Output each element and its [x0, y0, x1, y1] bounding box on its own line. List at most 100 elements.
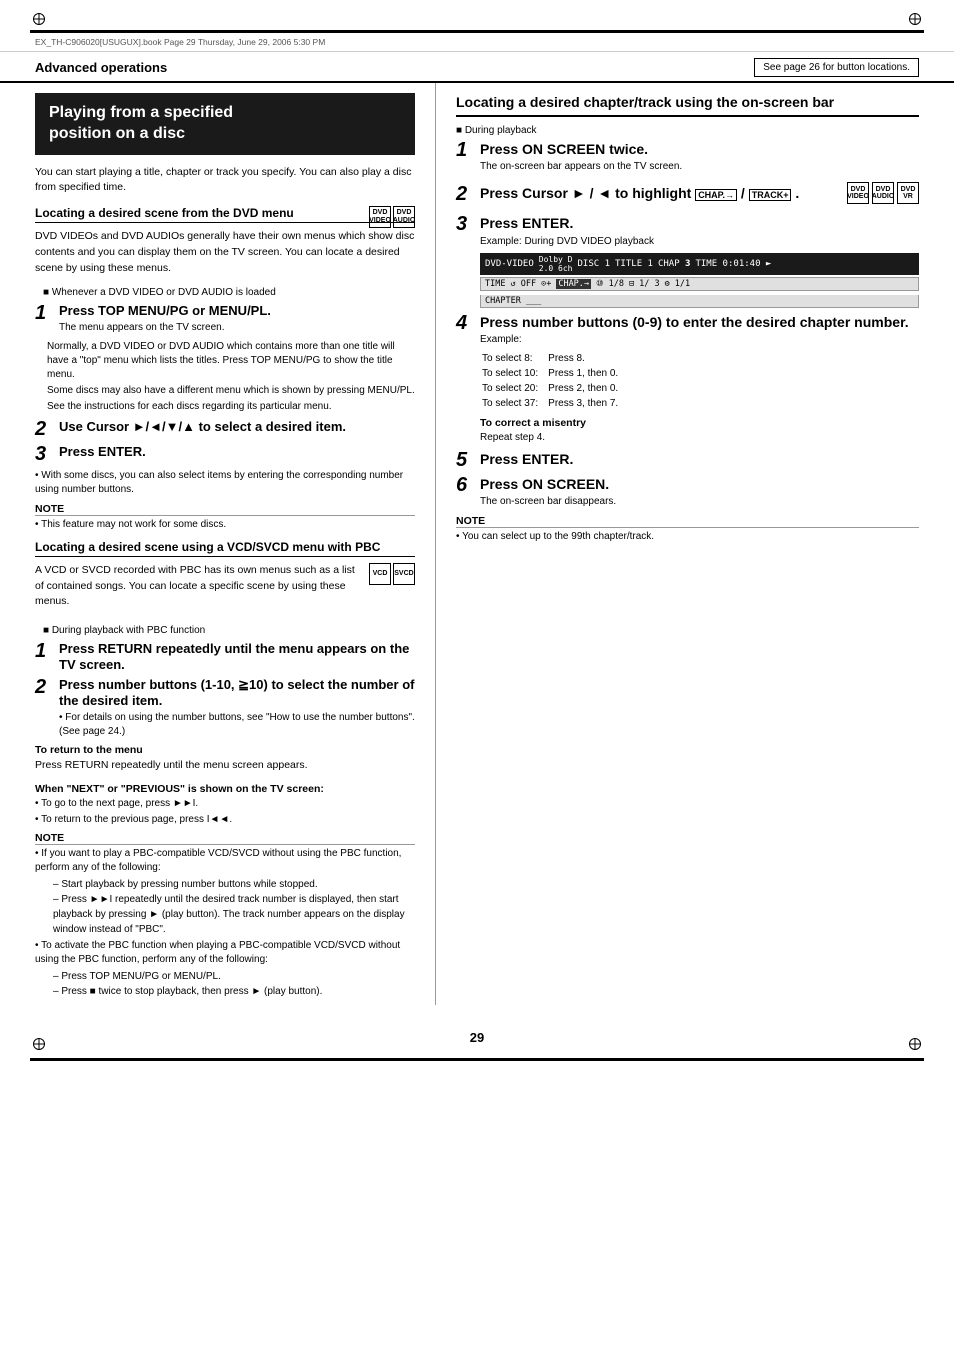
right-column: Locating a desired chapter/track using t… [435, 83, 919, 1005]
playback-label: During playback [456, 125, 919, 136]
left-column: Playing from a specified position on a d… [35, 83, 415, 1005]
vcd-note-dashes1: Start playback by pressing number button… [53, 877, 415, 937]
example-label-1: To select 10: [482, 367, 546, 380]
right-step6-title: Press ON SCREEN. [480, 475, 919, 493]
vcd-dash4: Press ■ twice to stop playback, then pre… [53, 984, 415, 999]
right-step2-badges: DVDVIDEO DVDAUDIO DVDVR [847, 182, 919, 204]
dvd-note-text: This feature may not work for some discs… [35, 518, 415, 532]
right-note-text: You can select up to the 99th chapter/tr… [456, 530, 919, 544]
file-info: EX_TH-C906020[USUGUX].book Page 29 Thurs… [0, 33, 954, 52]
intro-text: You can start playing a title, chapter o… [35, 165, 415, 197]
badge-dvd-audio2: DVDAUDIO [872, 182, 894, 204]
example-value-2: Press 2, then 0. [548, 382, 626, 395]
vcd-step1-content: Press RETURN repeatedly until the menu a… [59, 641, 415, 672]
content-area: Playing from a specified position on a d… [0, 83, 954, 1005]
dvd-bar-time: TIME [485, 279, 505, 289]
right-step3-num: 3 [456, 214, 474, 234]
right-step1-desc: The on-screen bar appears on the TV scre… [480, 160, 919, 174]
dvd-screen-bottom: TIME ↺ OFF ⊙+ CHAP.→ ⑩ 1/8 ⊟ 1/ 3 ⚙ 1/1 [480, 277, 919, 291]
main-header: Advanced operations See page 26 for butt… [0, 52, 954, 83]
right-step3: 3 Press ENTER. Example: During DVD VIDEO… [456, 214, 919, 307]
vcd-step2-num: 2 [35, 677, 53, 697]
section2-heading: Locating a desired scene using a VCD/SVC… [35, 540, 415, 557]
vcd-step2-content: Press number buttons (1-10, ≧10) to sele… [59, 677, 415, 738]
right-step6-content: Press ON SCREEN. The on-screen bar disap… [480, 475, 919, 509]
dvd-note-box: NOTE This feature may not work for some … [35, 503, 415, 532]
vcd-note-label: NOTE [35, 832, 415, 845]
section2-bullet1: During playback with PBC function [43, 624, 415, 638]
vcd-step2: 2 Press number buttons (1-10, ≧10) to se… [35, 677, 415, 738]
right-step1-title: Press ON SCREEN twice. [480, 140, 919, 158]
dvd-bar-18: 1/8 [609, 279, 624, 289]
dvd-bar-10: ⑩ [596, 279, 604, 289]
right-step2: 2 Press Cursor ► / ◄ to highlight CHAP.→… [456, 184, 841, 204]
right-step3-title: Press ENTER. [480, 214, 919, 232]
badge-dvd-video2: DVDVIDEO [847, 182, 869, 204]
vcd-note-1: If you want to play a PBC-compatible VCD… [35, 847, 415, 875]
correct-text: Repeat step 4. [480, 431, 919, 445]
bottom-right-corner [906, 1035, 924, 1053]
dvd-screen-chap: CHAP 3 [658, 259, 691, 269]
dvd-step2-num: 2 [35, 419, 53, 439]
right-step4-example-label: Example: [480, 333, 919, 347]
to-return-text: Press RETURN repeatedly until the menu s… [35, 758, 415, 774]
right-step3-desc: Example: During DVD VIDEO playback [480, 235, 919, 249]
dvd-step1-num: 1 [35, 303, 53, 323]
dvd-bar-dot: ⊙+ [541, 279, 551, 289]
right-step6-num: 6 [456, 475, 474, 495]
dvd-screen-top-text: DVD-VIDEO [485, 259, 534, 269]
right-step2-num: 2 [456, 184, 474, 204]
example-label-0: To select 8: [482, 352, 546, 365]
vcd-dash2: Press ►►I repeatedly until the desired t… [53, 892, 415, 937]
correct-label: To correct a misentry [480, 417, 919, 429]
dvd-screen-dolby: Dolby D2.0 6ch [539, 255, 573, 273]
bottom-left-corner [30, 1035, 48, 1053]
to-return-label: To return to the menu [35, 744, 415, 756]
vcd-step1-title: Press RETURN repeatedly until the menu a… [59, 641, 415, 672]
right-step3-content: Press ENTER. Example: During DVD VIDEO p… [480, 214, 919, 307]
section1-body: DVD VIDEOs and DVD AUDIOs generally have… [35, 229, 415, 276]
dvd-bar-gear: ⚙ [665, 279, 670, 289]
dvd-step1: 1 Press TOP MENU/PG or MENU/PL. The menu… [35, 303, 415, 335]
right-note-label: NOTE [456, 515, 919, 528]
dvd-badges: DVDVIDEO DVDAUDIO [369, 206, 415, 228]
badge-svcd: SVCD [393, 563, 415, 585]
dvd-bar-11: 1/1 [675, 279, 690, 289]
dvd-bar-repeat: ↺ OFF [510, 279, 536, 289]
section2-body: A VCD or SVCD recorded with PBC has its … [35, 563, 415, 610]
bullet-next: To go to the next page, press ►►I. [35, 797, 415, 811]
dvd-step1-desc: The menu appears on the TV screen. [59, 321, 415, 335]
section1-heading: Locating a desired scene from the DVD me… [35, 206, 415, 223]
vcd-step2-title: Press number buttons (1-10, ≧10) to sele… [59, 677, 415, 708]
dvd-step3-content: Press ENTER. [59, 444, 415, 460]
example-value-3: Press 3, then 7. [548, 397, 626, 410]
dvd-bar-13: 1/ 3 [639, 279, 659, 289]
vcd-dash1: Start playback by pressing number button… [53, 877, 415, 892]
example-table: To select 8: Press 8. To select 10: Pres… [480, 350, 628, 412]
dvd-screen-time: TIME 0:01:40 ► [695, 259, 771, 269]
right-step4-content: Press number buttons (0-9) to enter the … [480, 313, 919, 445]
top-left-corner [30, 10, 48, 28]
dvd-step2: 2 Use Cursor ►/◄/▼/▲ to select a desired… [35, 419, 415, 439]
vcd-note-box: NOTE If you want to play a PBC-compatibl… [35, 832, 415, 999]
section-dvd-menu: DVDVIDEO DVDAUDIO Locating a desired sce… [35, 206, 415, 532]
section-vcd: Locating a desired scene using a VCD/SVC… [35, 540, 415, 999]
dvd-bar-chapter-label: CHAPTER ___ [480, 295, 919, 308]
right-step5: 5 Press ENTER. [456, 450, 919, 470]
right-step6-desc: The on-screen bar disappears. [480, 495, 919, 509]
right-step2-title: Press Cursor ► / ◄ to highlight CHAP.→ /… [480, 184, 841, 202]
dvd-note1: With some discs, you can also select ite… [35, 469, 415, 497]
page-ref: See page 26 for button locations. [754, 58, 919, 77]
bullet-prev: To return to the previous page, press I◄… [35, 813, 415, 827]
vcd-step2-desc: • For details on using the number button… [59, 711, 415, 739]
right-step4: 4 Press number buttons (0-9) to enter th… [456, 313, 919, 445]
example-value-1: Press 1, then 0. [548, 367, 626, 380]
example-label-2: To select 20: [482, 382, 546, 395]
right-step1-num: 1 [456, 140, 474, 160]
dvd-step1-content: Press TOP MENU/PG or MENU/PL. The menu a… [59, 303, 415, 335]
example-value-0: Press 8. [548, 352, 626, 365]
title-box: Playing from a specified position on a d… [35, 93, 415, 155]
dvd-step2-content: Use Cursor ►/◄/▼/▲ to select a desired i… [59, 419, 415, 435]
dvd-step1-detail: Normally, a DVD VIDEO or DVD AUDIO which… [47, 340, 415, 414]
vcd-step1: 1 Press RETURN repeatedly until the menu… [35, 641, 415, 672]
